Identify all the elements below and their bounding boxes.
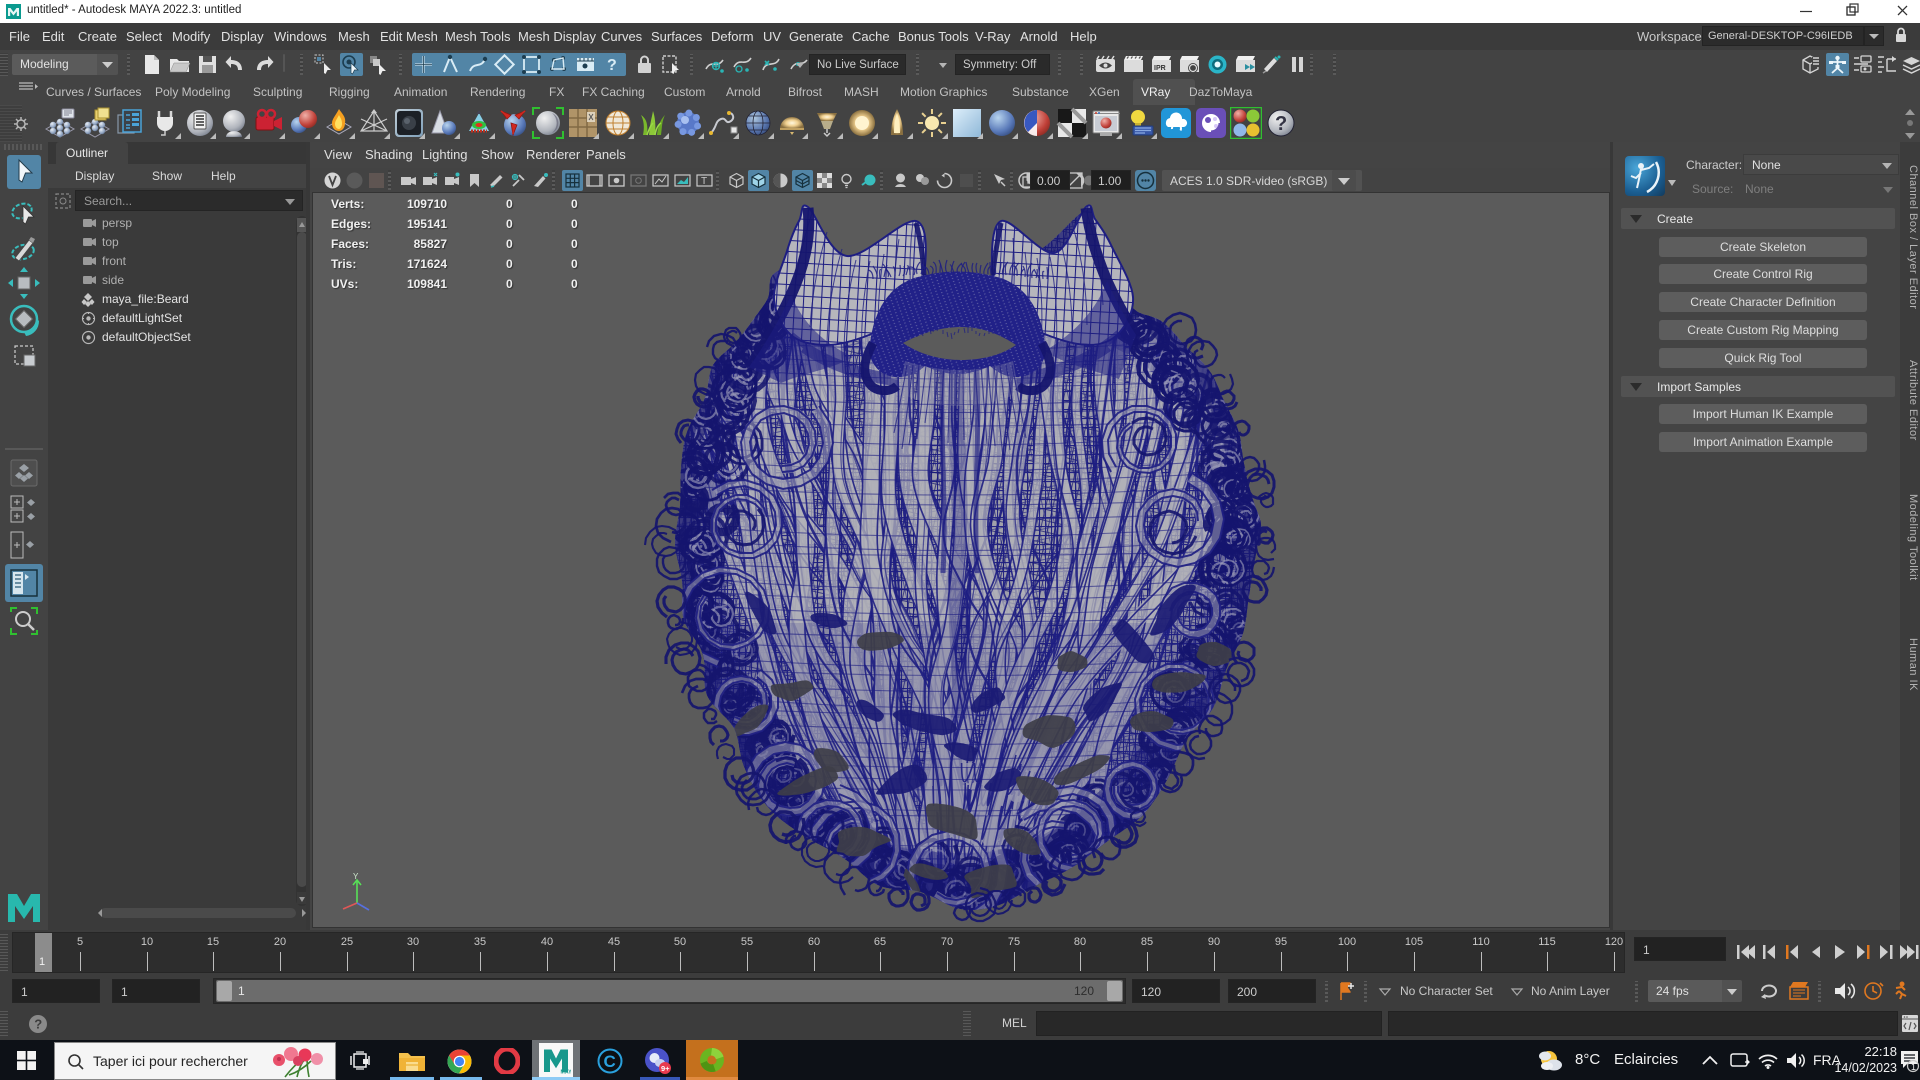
svg-text:?: ? — [34, 1017, 42, 1032]
svg-text:IPR: IPR — [1154, 65, 1166, 72]
svg-text:1: 1 — [1911, 1062, 1916, 1072]
svg-text:Y: Y — [353, 873, 359, 881]
svg-text:?: ? — [1275, 113, 1287, 135]
svg-text:MAYA: MAYA — [561, 1070, 572, 1076]
svg-text:C: C — [604, 1052, 616, 1071]
svg-text:?: ? — [607, 57, 617, 74]
svg-text:T: T — [701, 176, 707, 187]
svg-text:9+: 9+ — [661, 1064, 670, 1073]
